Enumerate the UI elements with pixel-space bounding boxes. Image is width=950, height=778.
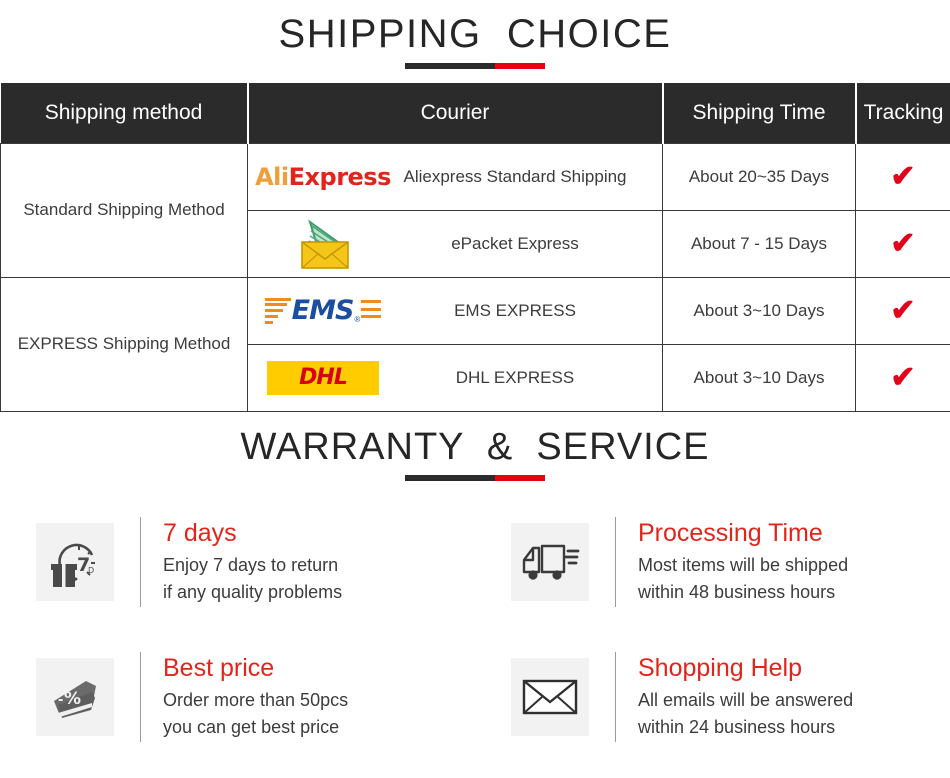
table-row: EXPRESS Shipping Method EMS ® EMS EXPRES…	[0, 276, 950, 412]
cell-tracking: ✔	[855, 209, 950, 278]
feature-text: Processing Time Most items will be shipp…	[638, 518, 950, 606]
aliexpress-logo-express-text: Express	[288, 162, 392, 191]
discount-tag-icon: - %	[36, 658, 114, 736]
feature-line: Order more than 50pcs	[163, 690, 349, 711]
feature-title: Processing Time	[638, 518, 823, 547]
aliexpress-logo: AliExpress	[248, 163, 398, 191]
cell-shipping-time: About 3~10 Days	[662, 276, 856, 345]
cell-tracking: ✔	[855, 142, 950, 211]
feature-text: Shopping Help All emails will be answere…	[638, 653, 950, 741]
ems-stripes-left-icon	[264, 297, 291, 324]
aliexpress-logo-ali-text: Ali	[255, 162, 289, 191]
cell-shipping-time: About 3~10 Days	[662, 343, 856, 412]
feature-text: Best price Order more than 50pcs you can…	[163, 653, 475, 741]
ems-registered-mark: ®	[354, 315, 361, 324]
courier-name: EMS EXPRESS	[454, 300, 576, 320]
column-header-shipping-time: Shipping Time	[661, 83, 857, 143]
feature-7-days: 7 D 7 days Enjoy 7 days to return if any…	[0, 495, 475, 630]
gift-clock-7day-icon: 7 D	[36, 523, 114, 601]
feature-line: within 48 business hours	[638, 582, 836, 603]
feature-title: Best price	[163, 653, 275, 682]
courier-name: Aliexpress Standard Shipping	[403, 166, 627, 186]
feature-divider	[615, 517, 616, 607]
cell-courier-dhl: DHL DHL EXPRESS	[247, 343, 663, 412]
shipping-title-underline	[405, 63, 545, 69]
envelope-with-speed-wings-icon	[301, 218, 349, 269]
feature-line: Enjoy 7 days to return	[163, 555, 339, 576]
warranty-features-grid: 7 D 7 days Enjoy 7 days to return if any…	[0, 495, 950, 765]
ems-stripes-right-icon	[361, 300, 382, 318]
ems-logo: EMS ®	[248, 297, 398, 324]
cell-courier-epacket: ePacket Express	[247, 209, 663, 278]
table-row: Standard Shipping Method AliExpress Alie…	[0, 142, 950, 278]
dhl-logo: DHL	[248, 360, 398, 395]
cell-shipping-time: About 7 - 15 Days	[662, 209, 856, 278]
svg-text:%: %	[64, 689, 81, 709]
feature-divider	[140, 652, 141, 742]
svg-text:-: -	[58, 693, 63, 708]
warranty-title-underline	[405, 474, 545, 481]
column-header-tracking: Tracking	[854, 83, 950, 143]
cell-tracking: ✔	[855, 343, 950, 412]
courier-name: ePacket Express	[451, 233, 579, 253]
feature-line: All emails will be answered	[638, 690, 854, 711]
underline-red-segment	[494, 63, 545, 69]
cell-tracking: ✔	[855, 276, 950, 345]
check-icon: ✔	[890, 226, 916, 260]
feature-title: 7 days	[163, 518, 237, 547]
delivery-truck-icon	[511, 523, 589, 601]
underline-dark-segment	[405, 63, 495, 69]
shipping-and-warranty-page: SHIPPING CHOICE Shipping method Courier …	[0, 0, 950, 778]
svg-text:D: D	[88, 566, 94, 575]
cell-shipping-method-express: EXPRESS Shipping Method	[0, 276, 248, 412]
check-icon: ✔	[890, 360, 916, 394]
feature-divider	[140, 517, 141, 607]
shipping-choice-table: Shipping method Courier Shipping Time Tr…	[0, 83, 950, 412]
cell-shipping-time: About 20~35 Days	[662, 142, 856, 211]
underline-dark-segment	[405, 474, 495, 481]
epacket-envelope-logo	[248, 218, 398, 270]
feature-line: if any quality problems	[163, 582, 343, 603]
warranty-service-title: WARRANTY & SERVICE	[240, 425, 710, 468]
warranty-service-heading-block: WARRANTY & SERVICE	[0, 412, 950, 481]
feature-shopping-help: Shopping Help All emails will be answere…	[475, 630, 950, 765]
feature-divider	[615, 652, 616, 742]
cell-courier-aliexpress: AliExpress Aliexpress Standard Shipping	[247, 142, 663, 211]
shipping-choice-heading-block: SHIPPING CHOICE	[0, 0, 950, 69]
courier-name: DHL EXPRESS	[455, 367, 575, 387]
check-icon: ✔	[890, 293, 916, 327]
feature-line: Most items will be shipped	[638, 555, 849, 576]
feature-best-price: - % Best price Order more than 50pcs you…	[0, 630, 475, 765]
cell-shipping-method-standard: Standard Shipping Method	[0, 142, 248, 278]
cell-courier-ems: EMS ® EMS EXPRESS	[247, 276, 663, 345]
feature-processing-time: Processing Time Most items will be shipp…	[475, 495, 950, 630]
check-icon: ✔	[890, 159, 916, 193]
feature-line: you can get best price	[163, 717, 340, 738]
feature-line: within 24 business hours	[638, 717, 836, 738]
column-header-courier: Courier	[246, 83, 664, 143]
feature-title: Shopping Help	[638, 653, 803, 682]
envelope-icon	[511, 658, 589, 736]
table-header-row: Shipping method Courier Shipping Time Tr…	[0, 83, 950, 143]
underline-red-segment	[494, 474, 545, 481]
shipping-choice-title: SHIPPING CHOICE	[278, 12, 672, 56]
ems-logo-text: EMS	[291, 295, 355, 326]
dhl-logo-text: DHL	[299, 364, 348, 390]
feature-text: 7 days Enjoy 7 days to return if any qua…	[163, 518, 475, 606]
column-header-shipping-method: Shipping method	[0, 83, 249, 143]
